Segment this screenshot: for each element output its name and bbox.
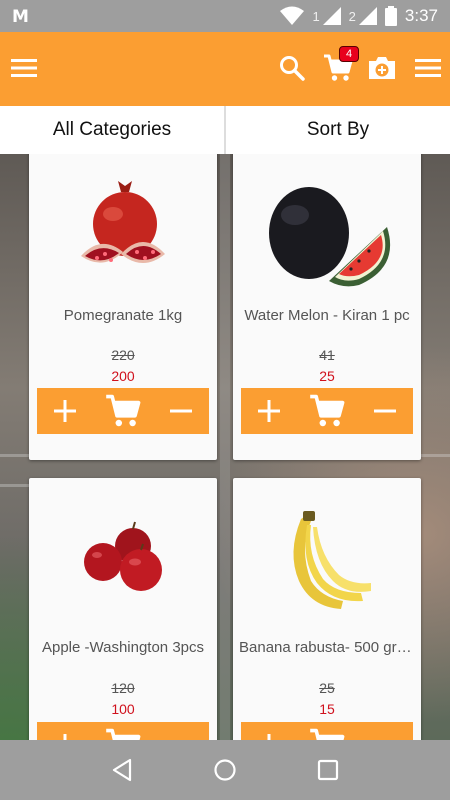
add-to-cart-icon[interactable]	[307, 391, 347, 431]
menu-icon[interactable]	[412, 52, 444, 84]
product-old-price: 220	[111, 347, 135, 363]
wifi-icon	[280, 6, 305, 25]
pomegranate-image	[73, 170, 173, 292]
app-bar	[0, 32, 450, 106]
minus-icon[interactable]	[165, 729, 197, 740]
product-price: 15	[319, 701, 335, 717]
clock: 3:37	[404, 6, 438, 25]
product-name: Water Melon - Kiran 1 pc	[244, 307, 410, 324]
plus-icon[interactable]	[253, 395, 285, 427]
product-card[interactable]: Banana rabusta- 500 gra... 25 15	[233, 478, 421, 740]
cart-count-badge: 4	[339, 46, 359, 62]
minus-icon[interactable]	[369, 395, 401, 427]
product-actions	[37, 388, 209, 434]
product-old-price: 25	[319, 680, 335, 696]
add-to-cart-icon[interactable]	[103, 391, 143, 431]
minus-icon[interactable]	[165, 395, 197, 427]
signal-icon	[358, 7, 377, 25]
signal-icon	[322, 7, 341, 25]
plus-icon[interactable]	[253, 729, 285, 740]
carrier-logo: M	[12, 7, 29, 27]
status-bar: M 1 2 3:37	[0, 0, 450, 32]
sort-by-button[interactable]: Sort By	[226, 106, 450, 154]
sim2-label: 2	[348, 8, 356, 24]
plus-icon[interactable]	[49, 729, 81, 740]
banana-image	[281, 500, 375, 622]
filter-bar: All Categories Sort By	[0, 106, 450, 154]
product-price: 25	[319, 368, 335, 384]
product-actions	[241, 722, 413, 740]
back-icon[interactable]	[106, 754, 138, 786]
product-price: 100	[111, 701, 135, 717]
add-to-cart-icon[interactable]	[307, 725, 347, 740]
recents-icon[interactable]	[312, 754, 344, 786]
product-name: Banana rabusta- 500 gra...	[239, 639, 415, 656]
product-actions	[241, 388, 413, 434]
camera-icon[interactable]	[366, 52, 398, 84]
product-price: 200	[111, 368, 135, 384]
minus-icon[interactable]	[369, 729, 401, 740]
product-name: Pomegranate 1kg	[63, 307, 183, 324]
product-actions	[37, 722, 209, 740]
all-categories-button[interactable]: All Categories	[0, 106, 224, 154]
product-name: Apple -Washington 3pcs	[41, 639, 205, 656]
product-old-price: 41	[319, 347, 335, 363]
product-grid: Pomegranate 1kg 220 200 Water Melon - Ki…	[0, 154, 450, 740]
product-old-price: 120	[111, 680, 135, 696]
system-nav-bar	[0, 740, 450, 800]
add-to-cart-icon[interactable]	[103, 725, 143, 740]
sim1-label: 1	[312, 8, 320, 24]
product-card[interactable]: Apple -Washington 3pcs 120 100	[29, 478, 217, 740]
product-card[interactable]: Water Melon - Kiran 1 pc 41 25	[233, 154, 421, 460]
search-icon[interactable]	[276, 52, 308, 84]
watermelon-image	[255, 174, 399, 296]
plus-icon[interactable]	[49, 395, 81, 427]
product-card[interactable]: Pomegranate 1kg 220 200	[29, 154, 217, 460]
battery-icon	[384, 6, 397, 26]
apple-image	[63, 494, 183, 616]
menu-icon[interactable]	[8, 52, 40, 84]
home-icon[interactable]	[209, 754, 241, 786]
